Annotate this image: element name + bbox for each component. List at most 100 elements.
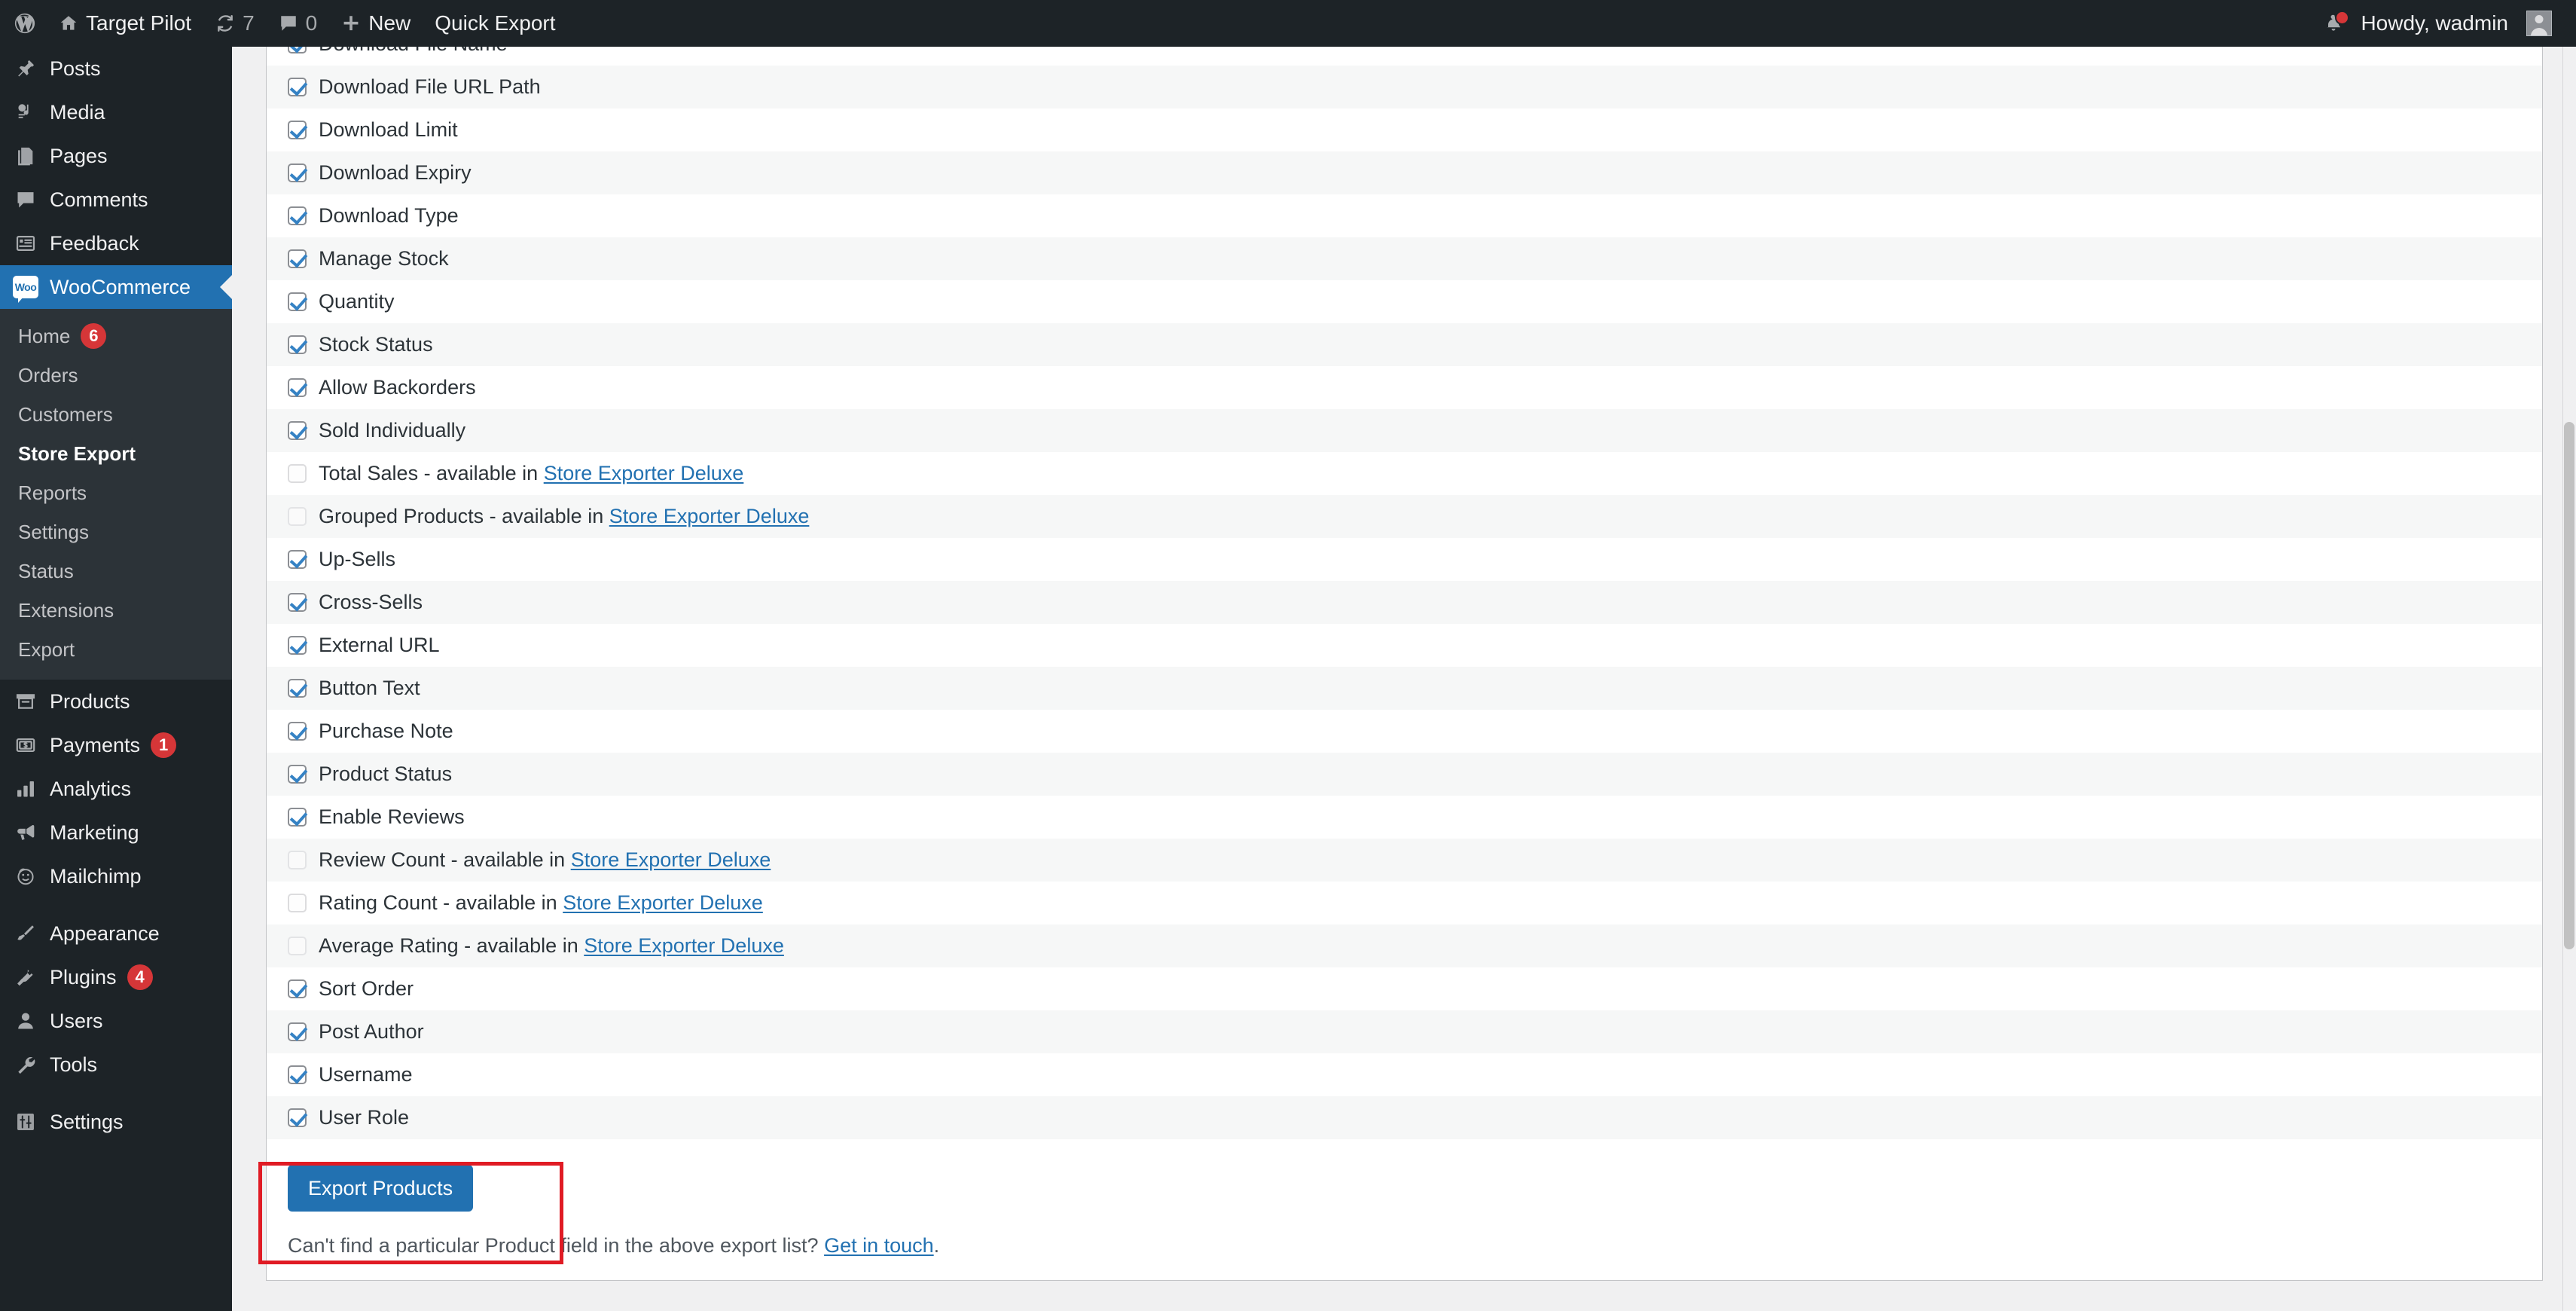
site-name-menu[interactable]: Target Pilot [47, 0, 203, 47]
submenu-item-store-export[interactable]: Store Export [0, 434, 232, 473]
notifications-button[interactable] [2311, 0, 2356, 47]
sidebar-item-products[interactable]: Products [0, 680, 232, 723]
export-field-row[interactable]: Download File Name [267, 47, 2542, 66]
export-field-row[interactable]: Post Author [267, 1010, 2542, 1053]
checkbox-button-text[interactable] [288, 679, 307, 698]
export-field-row[interactable]: Button Text [267, 667, 2542, 710]
export-field-row[interactable]: Download Expiry [267, 151, 2542, 194]
store-exporter-deluxe-link[interactable]: Store Exporter Deluxe [571, 848, 771, 872]
sidebar-item-payments[interactable]: Payments1 [0, 723, 232, 767]
export-field-row[interactable]: User Role [267, 1096, 2542, 1139]
checkbox-sold-individually[interactable] [288, 421, 307, 440]
export-field-row[interactable]: Sold Individually [267, 409, 2542, 452]
sidebar-item-media[interactable]: Media [0, 90, 232, 134]
comments-menu[interactable]: 0 [267, 0, 330, 47]
sidebar-item-mailchimp[interactable]: Mailchimp [0, 854, 232, 898]
sidebar-item-woocommerce[interactable]: WooWooCommerce [0, 265, 232, 309]
checkbox-up-sells[interactable] [288, 550, 307, 569]
submenu-item-orders[interactable]: Orders [0, 356, 232, 395]
sidebar-item-analytics[interactable]: Analytics [0, 767, 232, 811]
checkbox-stock-status[interactable] [288, 335, 307, 354]
export-field-row[interactable]: Purchase Note [267, 710, 2542, 753]
checkbox-download-limit[interactable] [288, 121, 307, 139]
checkbox-post-author[interactable] [288, 1022, 307, 1041]
checkbox-user-role[interactable] [288, 1108, 307, 1127]
submenu-item-extensions[interactable]: Extensions [0, 591, 232, 630]
woo-logo-tile: Woo [13, 276, 38, 298]
export-field-row[interactable]: Rating Count - available in Store Export… [267, 882, 2542, 924]
export-field-row[interactable]: Download File URL Path [267, 66, 2542, 108]
checkbox-quantity[interactable] [288, 292, 307, 311]
sidebar-item-posts[interactable]: Posts [0, 47, 232, 90]
checkbox-manage-stock[interactable] [288, 249, 307, 268]
export-field-label: Enable Reviews [319, 805, 465, 829]
export-field-row[interactable]: Username [267, 1053, 2542, 1096]
sidebar-item-label: Feedback [50, 232, 139, 255]
sidebar-item-appearance[interactable]: Appearance [0, 912, 232, 955]
submenu-item-reports[interactable]: Reports [0, 473, 232, 512]
submenu-item-customers[interactable]: Customers [0, 395, 232, 434]
sidebar-item-feedback[interactable]: Feedback [0, 222, 232, 265]
export-field-row[interactable]: Grouped Products - available in Store Ex… [267, 495, 2542, 538]
wordpress-logo-button[interactable] [0, 0, 47, 47]
export-field-row[interactable]: Product Status [267, 753, 2542, 796]
submenu-item-status[interactable]: Status [0, 552, 232, 591]
export-field-row[interactable]: Review Count - available in Store Export… [267, 839, 2542, 882]
sidebar-item-plugins[interactable]: Plugins4 [0, 955, 232, 999]
export-field-row[interactable]: Average Rating - available in Store Expo… [267, 924, 2542, 967]
sidebar-item-marketing[interactable]: Marketing [0, 811, 232, 854]
checkbox-product-status[interactable] [288, 765, 307, 784]
checkbox-download-file-name[interactable] [288, 47, 307, 53]
checkbox-download-expiry[interactable] [288, 163, 307, 182]
export-field-row[interactable]: Download Type [267, 194, 2542, 237]
checkbox-cross-sells[interactable] [288, 593, 307, 612]
export-field-row[interactable]: Enable Reviews [267, 796, 2542, 839]
account-menu[interactable]: Howdy, wadmin [2356, 0, 2576, 47]
sidebar-item-pages[interactable]: Pages [0, 134, 232, 178]
export-field-row[interactable]: Stock Status [267, 323, 2542, 366]
sidebar-item-comments[interactable]: Comments [0, 178, 232, 222]
submenu-item-label: Extensions [18, 599, 114, 622]
export-field-row[interactable]: External URL [267, 624, 2542, 667]
store-exporter-deluxe-link[interactable]: Store Exporter Deluxe [609, 505, 810, 528]
store-exporter-deluxe-link[interactable]: Store Exporter Deluxe [584, 934, 784, 958]
new-content-menu[interactable]: New [329, 0, 423, 47]
store-exporter-deluxe-link[interactable]: Store Exporter Deluxe [563, 891, 763, 915]
export-field-row[interactable]: Allow Backorders [267, 366, 2542, 409]
checkbox-total-sales-available-in[interactable] [288, 464, 307, 483]
media-icon [11, 97, 41, 127]
get-in-touch-link[interactable]: Get in touch [824, 1234, 934, 1257]
checkbox-purchase-note[interactable] [288, 722, 307, 741]
checkbox-download-type[interactable] [288, 206, 307, 225]
updates-menu[interactable]: 7 [203, 0, 267, 47]
export-field-label: Purchase Note [319, 720, 453, 743]
export-field-row[interactable]: Download Limit [267, 108, 2542, 151]
checkbox-enable-reviews[interactable] [288, 808, 307, 827]
submenu-item-home[interactable]: Home6 [0, 316, 232, 356]
export-field-row[interactable]: Manage Stock [267, 237, 2542, 280]
checkbox-username[interactable] [288, 1065, 307, 1084]
checkbox-allow-backorders[interactable] [288, 378, 307, 397]
sidebar-item-users[interactable]: Users [0, 999, 232, 1043]
export-field-row[interactable]: Total Sales - available in Store Exporte… [267, 452, 2542, 495]
page-scrollbar-thumb[interactable] [2564, 422, 2574, 949]
store-exporter-deluxe-link[interactable]: Store Exporter Deluxe [544, 462, 744, 485]
submenu-item-export[interactable]: Export [0, 630, 232, 669]
checkbox-grouped-products-available-in[interactable] [288, 507, 307, 526]
export-field-row[interactable]: Cross-Sells [267, 581, 2542, 624]
submenu-item-badge: 6 [81, 323, 106, 349]
checkbox-rating-count-available-in[interactable] [288, 894, 307, 912]
quick-export-menu[interactable]: Quick Export [423, 0, 567, 47]
checkbox-average-rating-available-in[interactable] [288, 937, 307, 955]
export-field-row[interactable]: Sort Order [267, 967, 2542, 1010]
export-field-row[interactable]: Quantity [267, 280, 2542, 323]
export-field-row[interactable]: Up-Sells [267, 538, 2542, 581]
checkbox-external-url[interactable] [288, 636, 307, 655]
checkbox-review-count-available-in[interactable] [288, 851, 307, 869]
checkbox-sort-order[interactable] [288, 979, 307, 998]
submenu-item-settings[interactable]: Settings [0, 512, 232, 552]
export-products-button[interactable]: Export Products [288, 1165, 473, 1212]
sidebar-item-tools[interactable]: Tools [0, 1043, 232, 1086]
checkbox-download-file-url-path[interactable] [288, 78, 307, 96]
sidebar-item-settings[interactable]: Settings [0, 1100, 232, 1144]
